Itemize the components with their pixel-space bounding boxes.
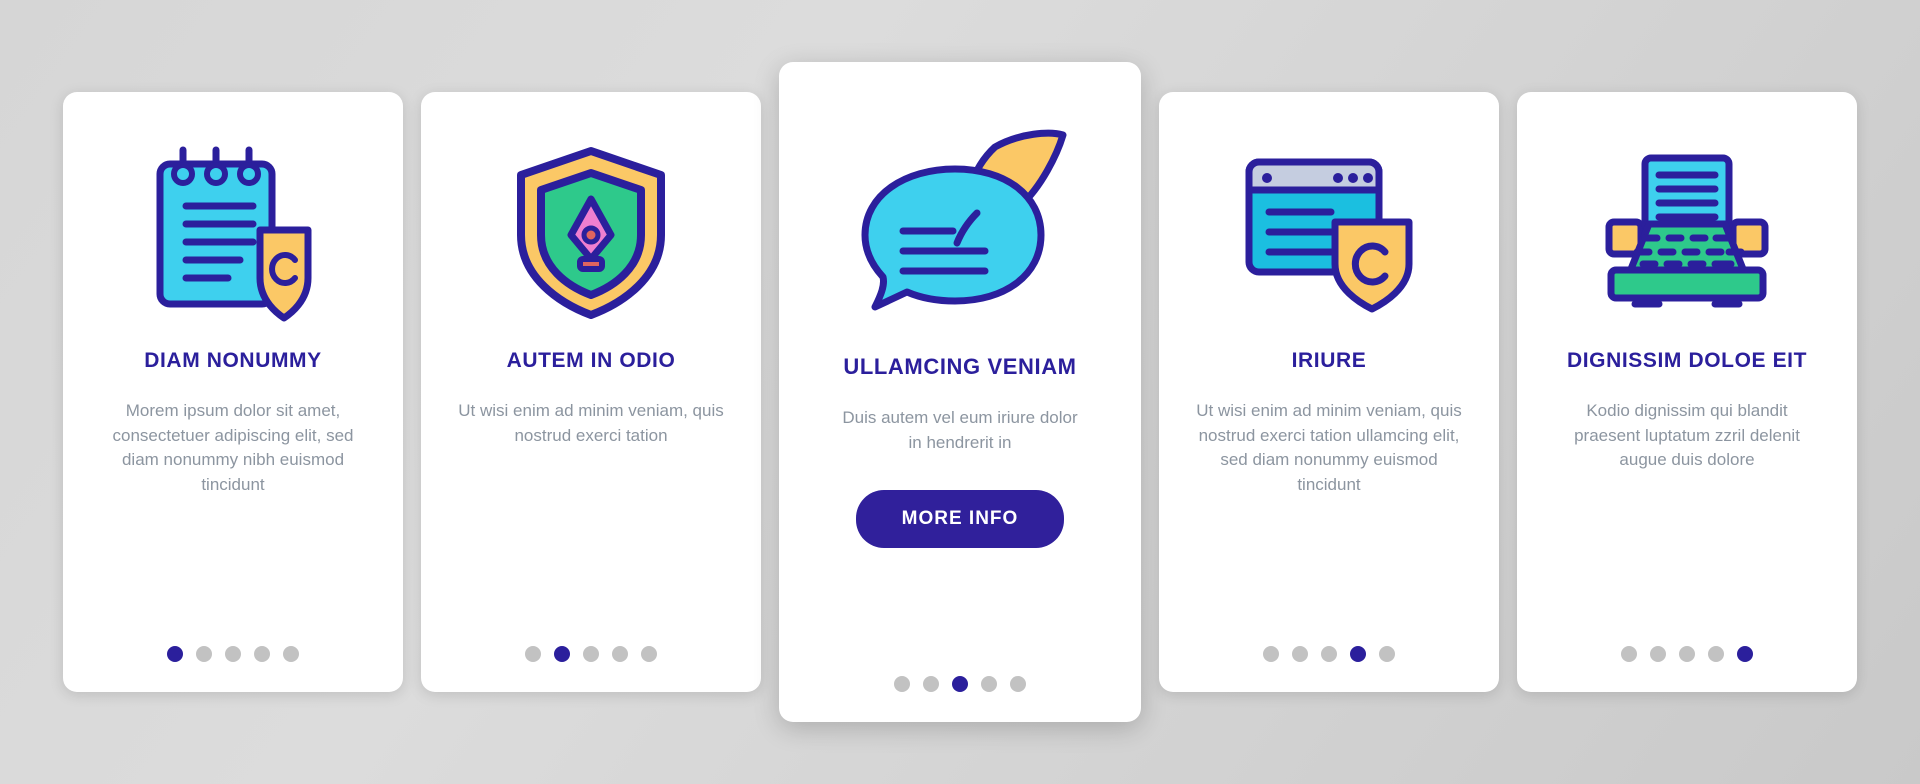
- card-title: IRIURE: [1291, 349, 1367, 372]
- pagination-dot[interactable]: [952, 676, 968, 692]
- shield-pen-nib-icon: [443, 118, 739, 348]
- pagination-dot[interactable]: [583, 646, 599, 662]
- pagination-dot[interactable]: [641, 646, 657, 662]
- pagination-dots-5: [1621, 646, 1753, 666]
- notepad-shield-copyright-icon: [85, 118, 381, 348]
- pagination-dots-3: [894, 676, 1026, 696]
- card-title: AUTEM IN ODIO: [506, 349, 676, 372]
- pagination-dot[interactable]: [225, 646, 241, 662]
- onboarding-card-1: DIAM NONUMMY Morem ipsum dolor sit amet,…: [63, 92, 403, 692]
- pagination-dot[interactable]: [1010, 676, 1026, 692]
- speech-bubble-feather-quill-icon: [801, 96, 1119, 354]
- pagination-dots-4: [1263, 646, 1395, 666]
- pagination-dot[interactable]: [1650, 646, 1666, 662]
- pagination-dot[interactable]: [923, 676, 939, 692]
- pagination-dot[interactable]: [894, 676, 910, 692]
- pagination-dot[interactable]: [1679, 646, 1695, 662]
- onboarding-card-3-featured: ULLAMCING VENIAM Duis autem vel eum iriu…: [779, 62, 1141, 722]
- pagination-dot[interactable]: [196, 646, 212, 662]
- pagination-dot[interactable]: [283, 646, 299, 662]
- card-description: Ut wisi enim ad minim veniam, quis nostr…: [458, 401, 724, 445]
- pagination-dot[interactable]: [1708, 646, 1724, 662]
- pagination-dots-2: [525, 646, 657, 666]
- pagination-dot[interactable]: [1350, 646, 1366, 662]
- browser-window-shield-copyright-icon: [1181, 118, 1477, 348]
- card-description: Duis autem vel eum iriure dolor in hendr…: [842, 408, 1078, 453]
- pagination-dots-1: [167, 646, 299, 666]
- pagination-dot[interactable]: [525, 646, 541, 662]
- onboarding-card-2: AUTEM IN ODIO Ut wisi enim ad minim veni…: [421, 92, 761, 692]
- pagination-dot[interactable]: [554, 646, 570, 662]
- more-info-button[interactable]: MORE INFO: [855, 489, 1065, 548]
- pagination-dot[interactable]: [254, 646, 270, 662]
- onboarding-screens-container: DIAM NONUMMY Morem ipsum dolor sit amet,…: [0, 0, 1920, 784]
- card-description: Ut wisi enim ad minim veniam, quis nostr…: [1196, 401, 1462, 495]
- card-description: Kodio dignissim qui blandit praesent lup…: [1574, 401, 1800, 470]
- card-title: DIGNISSIM DOLOE EIT: [1566, 349, 1808, 372]
- card-title: ULLAMCING VENIAM: [843, 354, 1077, 379]
- card-description: Morem ipsum dolor sit amet, consectetuer…: [112, 401, 354, 495]
- pagination-dot[interactable]: [167, 646, 183, 662]
- pagination-dot[interactable]: [1263, 646, 1279, 662]
- pagination-dot[interactable]: [1292, 646, 1308, 662]
- pagination-dot[interactable]: [1737, 646, 1753, 662]
- card-title: DIAM NONUMMY: [144, 349, 322, 372]
- onboarding-card-4: IRIURE Ut wisi enim ad minim veniam, qui…: [1159, 92, 1499, 692]
- onboarding-card-5: DIGNISSIM DOLOE EIT Kodio dignissim qui …: [1517, 92, 1857, 692]
- pagination-dot[interactable]: [981, 676, 997, 692]
- pagination-dot[interactable]: [1621, 646, 1637, 662]
- pagination-dot[interactable]: [1379, 646, 1395, 662]
- typewriter-icon: [1539, 118, 1835, 348]
- pagination-dot[interactable]: [612, 646, 628, 662]
- pagination-dot[interactable]: [1321, 646, 1337, 662]
